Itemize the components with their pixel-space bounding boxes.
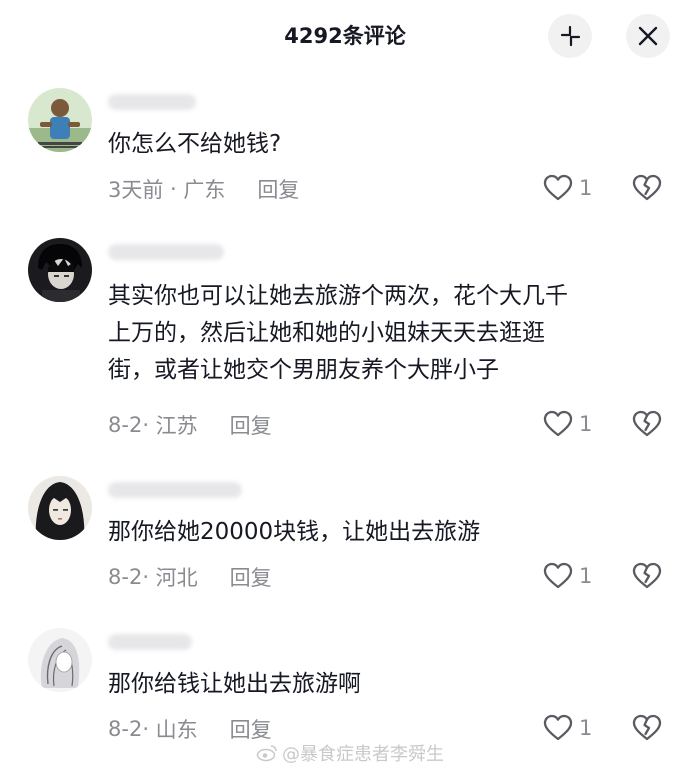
comment-meta: 8-2 · 江苏 回复 <box>108 410 272 440</box>
comment-text: 其实你也可以让她去旅游个两次，花个大几千 上万的，然后让她和她的小姐妹天天去逛逛… <box>108 278 658 389</box>
comment-location: 江苏 <box>155 414 198 438</box>
comment-text: 那你给她20000块钱，让她出去旅游 <box>108 519 481 545</box>
watermark: @暴食症患者李舜生 <box>256 740 444 766</box>
heart-outline-icon <box>543 562 573 589</box>
meta-separator: · <box>142 717 156 741</box>
meta-separator: · <box>142 413 156 437</box>
username-redacted <box>108 94 196 110</box>
comment-location: 广东 <box>183 178 226 202</box>
reply-button[interactable]: 回复 <box>230 410 272 440</box>
meta-separator: · <box>142 565 156 589</box>
comment-time: 8-2 <box>108 565 143 589</box>
dislike-button[interactable] <box>632 174 662 206</box>
comment-text: 那你给钱让她出去旅游啊 <box>108 671 361 697</box>
heart-outline-icon <box>543 174 573 201</box>
comment-header: 4292条评论 <box>0 0 690 74</box>
comment-text-line: 上万的，然后让她和她的小姐妹天天去逛逛 <box>108 320 545 346</box>
comment-time: 8-2 <box>108 717 143 741</box>
comment-meta: 8-2 · 河北 回复 <box>108 562 272 592</box>
collapse-icon <box>560 25 581 47</box>
like-button[interactable]: 1 <box>543 174 592 202</box>
watermark-text: @暴食症患者李舜生 <box>282 744 444 765</box>
comment-text-line: 其实你也可以让她去旅游个两次，花个大几千 <box>108 283 568 309</box>
comment-text-line: 街，或者让她交个男朋友养个大胖小子 <box>108 357 499 383</box>
reply-button[interactable]: 回复 <box>257 174 299 204</box>
reply-button[interactable]: 回复 <box>230 562 272 592</box>
dislike-button[interactable] <box>632 562 662 594</box>
like-button[interactable]: 1 <box>543 410 592 438</box>
dislike-button[interactable] <box>632 410 662 442</box>
weibo-logo-icon <box>256 745 277 762</box>
comment-meta: 8-2 · 山东 回复 <box>108 714 272 744</box>
like-count: 1 <box>579 412 593 436</box>
like-count: 1 <box>579 564 593 588</box>
heart-outline-icon <box>543 410 573 437</box>
close-button[interactable] <box>626 14 670 58</box>
heart-outline-icon <box>543 714 573 741</box>
collapse-button[interactable] <box>548 14 592 58</box>
broken-heart-icon <box>632 174 662 201</box>
like-count: 1 <box>579 716 593 740</box>
comment-location: 山东 <box>155 718 198 742</box>
comment-meta: 3天前 · 广东 回复 <box>108 174 299 204</box>
broken-heart-icon <box>632 410 662 437</box>
avatar[interactable] <box>28 476 92 540</box>
broken-heart-icon <box>632 714 662 741</box>
username-redacted <box>108 634 192 650</box>
username-redacted <box>108 244 224 260</box>
like-button[interactable]: 1 <box>543 714 592 742</box>
like-button[interactable]: 1 <box>543 562 592 590</box>
username-redacted <box>108 482 242 498</box>
avatar[interactable] <box>28 88 92 152</box>
dislike-button[interactable] <box>632 714 662 746</box>
comment-time: 3天前 <box>108 178 164 202</box>
close-icon <box>638 26 658 46</box>
broken-heart-icon <box>632 562 662 589</box>
comment-time: 8-2 <box>108 413 143 437</box>
comment-text: 你怎么不给她钱? <box>108 131 282 157</box>
comment-panel: 4292条评论 你怎么不给她钱? 3天前 · 广东 回复 1 其实你也可以让她去… <box>0 0 690 769</box>
avatar[interactable] <box>28 628 92 692</box>
avatar[interactable] <box>28 238 92 302</box>
meta-separator: · <box>163 177 184 201</box>
comment-location: 河北 <box>155 566 198 590</box>
like-count: 1 <box>579 176 593 200</box>
